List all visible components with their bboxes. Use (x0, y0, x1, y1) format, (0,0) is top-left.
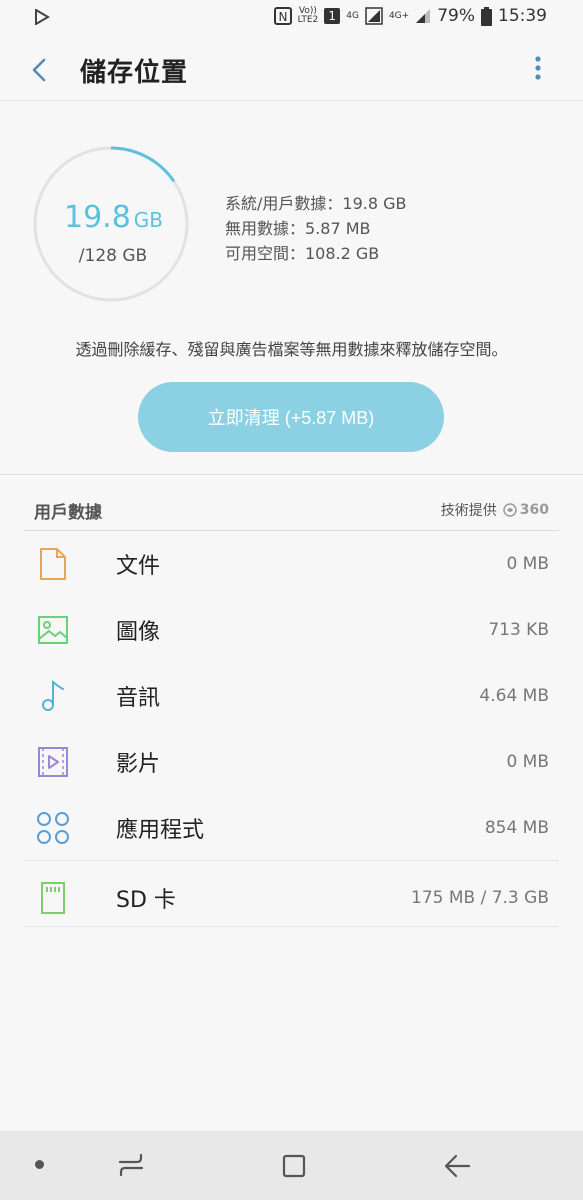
provider-label: 技術提供 (440, 503, 497, 519)
battery-percent: 79% (437, 6, 475, 26)
list-item-value: 713 KB (488, 620, 549, 640)
clean-now-button[interactable]: 立即清理 (+5.87 MB) (138, 382, 444, 452)
list-item-documents[interactable]: 文件 0 MB (0, 531, 583, 597)
svg-text:N: N (278, 10, 287, 24)
video-icon (36, 745, 70, 779)
divider (0, 474, 583, 475)
battery-icon (481, 6, 492, 26)
net-4gplus: 4G+ (388, 10, 410, 21)
cleanup-tip: 透過刪除緩存、殘留與廣告檔案等無用數據來釋放儲存空間。 (75, 340, 508, 359)
list-item-label: 影片 (116, 752, 161, 777)
section-heading-user-data: 用戶數據 (34, 503, 102, 523)
provider-logo: 360 (503, 502, 549, 518)
back-arrow-icon[interactable] (24, 54, 56, 86)
signal-icon-2 (416, 9, 431, 23)
music-note-icon (36, 679, 70, 713)
net-4g: 4G (346, 10, 359, 21)
list-divider (24, 860, 559, 861)
navigation-bar (0, 1131, 583, 1200)
nav-dot-indicator[interactable] (35, 1160, 44, 1169)
list-item-label: SD 卡 (116, 888, 176, 913)
more-options-icon[interactable] (530, 54, 546, 84)
list-item-label: 應用程式 (116, 818, 205, 843)
list-item-images[interactable]: 圖像 713 KB (0, 597, 583, 663)
list-item-value: 854 MB (484, 818, 549, 838)
volte-bottom: LTE2 (297, 15, 319, 25)
list-item-label: 音訊 (116, 686, 161, 711)
volte-icon: Vo)) LTE2 (298, 7, 319, 25)
list-item-label: 文件 (116, 554, 161, 579)
status-right: N Vo)) LTE2 1 4G 4G+ 79% 15:39 (273, 6, 547, 26)
total-storage: /128 GB (78, 246, 148, 266)
image-icon (36, 613, 70, 647)
storage-stats: 系統/用戶數據：19.8 GB 無用數據：5.87 MB 可用空間：108.2 … (225, 191, 406, 266)
list-item-value: 4.64 MB (479, 686, 549, 706)
app-header: 儲存位置 (0, 36, 583, 101)
document-icon (36, 547, 70, 581)
stat-available: 可用空間：108.2 GB (225, 244, 380, 263)
provider-logo-text: 360 (519, 502, 549, 518)
used-value: 19.8 (64, 200, 131, 235)
360-logo-icon (503, 503, 517, 517)
clock: 15:39 (498, 6, 547, 26)
play-store-icon (35, 9, 50, 25)
sd-card-icon (36, 881, 70, 915)
list-item-value: 175 MB / 7.3 GB (411, 888, 549, 908)
used-unit: GB (133, 208, 164, 232)
nfc-icon: N (273, 7, 292, 25)
list-item-apps[interactable]: 應用程式 854 MB (0, 795, 583, 861)
list-item-sd-card[interactable]: SD 卡 175 MB / 7.3 GB (0, 865, 583, 931)
status-bar: N Vo)) LTE2 1 4G 4G+ 79% 15:39 (0, 0, 583, 36)
stat-junk: 無用數據：5.87 MB (225, 219, 371, 238)
list-item-audio[interactable]: 音訊 4.64 MB (0, 663, 583, 729)
signal-icon (365, 7, 383, 25)
list-item-videos[interactable]: 影片 0 MB (0, 729, 583, 795)
page-title: 儲存位置 (80, 58, 189, 88)
used-storage: 19.8 GB (64, 200, 164, 235)
list-item-label: 圖像 (116, 620, 161, 645)
stat-system-user: 系統/用戶數據：19.8 GB (225, 194, 407, 213)
list-item-value: 0 MB (506, 752, 549, 772)
provider-credit: 技術提供 360 (441, 500, 549, 520)
list-item-value: 0 MB (506, 554, 549, 574)
list-divider (24, 926, 559, 927)
back-nav-icon[interactable] (442, 1152, 472, 1180)
home-icon[interactable] (281, 1153, 307, 1179)
sim-indicator: 1 (324, 8, 341, 24)
recent-apps-icon[interactable] (117, 1152, 145, 1178)
apps-icon (36, 811, 70, 845)
